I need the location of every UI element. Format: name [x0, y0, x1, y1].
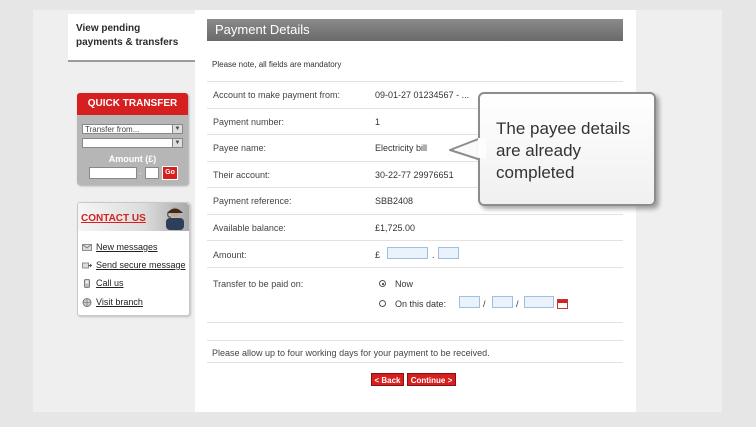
visit-branch-link[interactable]: Visit branch [82, 297, 143, 307]
transfer-from-select[interactable]: Transfer from... ▼ [82, 124, 183, 134]
tooltip-callout: The payee details are already completed [478, 92, 656, 206]
processing-time-note: Please allow up to four working days for… [212, 348, 490, 358]
right-background [636, 10, 722, 412]
date-separator: / [483, 299, 486, 309]
continue-button[interactable]: Continue > [407, 373, 456, 386]
divider [207, 81, 623, 82]
row-label-balance: Available balance: [213, 223, 286, 233]
on-date-radio[interactable] [379, 300, 386, 307]
row-label-reference: Payment reference: [213, 196, 292, 206]
on-date-label: On this date: [395, 299, 447, 309]
amount-pounds-input[interactable] [89, 167, 137, 179]
date-separator: / [516, 299, 519, 309]
page-title: Payment Details [207, 19, 623, 41]
row-label-their-account: Their account: [213, 170, 271, 180]
row-label-payment-number: Payment number: [213, 117, 285, 127]
tooltip-text: The payee details are already completed [496, 119, 631, 182]
row-label-amount: Amount: [213, 250, 247, 260]
now-radio[interactable] [379, 280, 386, 287]
divider [207, 214, 623, 215]
person-icon [166, 207, 184, 230]
transfer-to-select[interactable]: ▼ [82, 138, 183, 148]
quick-transfer-panel: QUICK TRANSFER Transfer from... ▼ ▼ Amou… [77, 93, 188, 185]
date-month-input[interactable] [492, 296, 513, 308]
divider [207, 340, 623, 341]
send-secure-message-label: Send secure message [96, 260, 186, 270]
row-label-account: Account to make payment from: [213, 90, 341, 100]
call-us-link[interactable]: Call us [82, 278, 124, 288]
row-value-reference: SBB2408 [375, 196, 414, 206]
date-day-input[interactable] [459, 296, 480, 308]
row-value-account: 09-01-27 01234567 - ... [375, 90, 470, 100]
calendar-icon[interactable] [557, 299, 568, 309]
row-value-balance: £1,725.00 [375, 223, 416, 233]
send-secure-message-link[interactable]: Send secure message [82, 260, 186, 270]
transfer-from-value: Transfer from... [85, 125, 140, 134]
amount-dot: . [432, 250, 435, 260]
back-button[interactable]: < Back [371, 373, 404, 386]
pending-payments-link[interactable]: View pending payments & transfers [68, 14, 195, 62]
date-year-input[interactable] [524, 296, 554, 308]
chevron-down-icon: ▼ [172, 139, 182, 147]
visit-branch-label: Visit branch [96, 297, 143, 307]
new-messages-link[interactable]: New messages [82, 242, 158, 252]
currency-symbol: £ [375, 250, 381, 260]
go-button[interactable]: Go [162, 166, 178, 180]
divider [207, 240, 623, 241]
send-message-icon [82, 262, 92, 268]
now-label: Now [395, 279, 414, 289]
divider [207, 362, 623, 363]
new-messages-label: New messages [96, 242, 158, 252]
amount-pence-input[interactable] [438, 247, 459, 259]
quick-transfer-title: QUICK TRANSFER [77, 93, 188, 115]
envelope-icon [82, 243, 92, 251]
row-value-payee: Electricity bill [375, 143, 428, 153]
chevron-down-icon: ▼ [172, 125, 182, 133]
contact-us-header: CONTACT US [78, 203, 189, 231]
call-us-label: Call us [96, 278, 124, 288]
phone-icon [84, 278, 90, 288]
globe-icon [82, 297, 92, 307]
amount-dot: . [139, 166, 142, 176]
contact-us-title[interactable]: CONTACT US [81, 213, 146, 224]
amount-pence-input[interactable] [145, 167, 159, 179]
callout-pointer-cover [478, 138, 486, 158]
amount-label: Amount (£) [108, 154, 157, 164]
mandatory-note: Please note, all fields are mandatory [212, 60, 342, 69]
divider [207, 267, 623, 268]
amount-pounds-input[interactable] [387, 247, 428, 259]
row-label-transfer-date: Transfer to be paid on: [213, 279, 304, 289]
contact-us-panel: CONTACT US New messages Send secure mess… [77, 202, 190, 316]
row-label-payee: Payee name: [213, 143, 267, 153]
divider [207, 322, 623, 323]
row-value-payment-number: 1 [375, 117, 381, 127]
row-value-their-account: 30-22-77 29976651 [375, 170, 454, 180]
